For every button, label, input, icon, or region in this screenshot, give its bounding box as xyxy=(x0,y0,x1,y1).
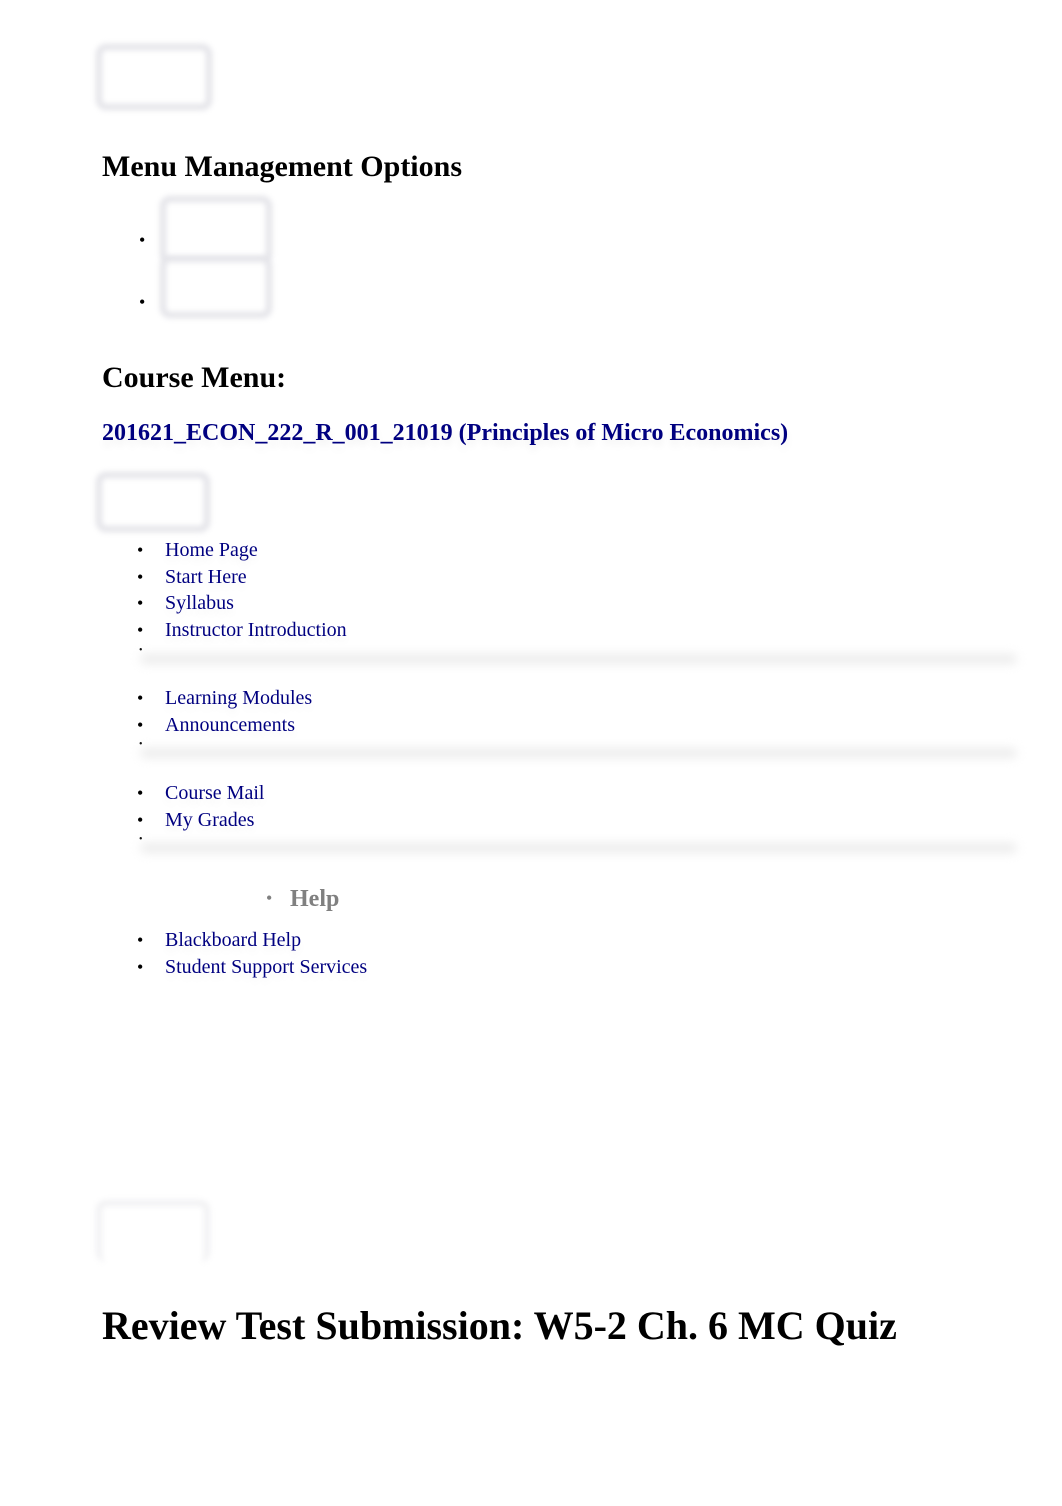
divider-bar xyxy=(140,843,1017,853)
menu-item-instructor-introduction: Instructor Introduction xyxy=(0,617,347,644)
menu-management-button-2[interactable] xyxy=(160,256,272,318)
course-menu-group-3: Course Mail My Grades xyxy=(0,780,264,833)
menu-link[interactable]: Student Support Services xyxy=(165,956,367,978)
menu-item-course-mail: Course Mail xyxy=(0,780,264,807)
menu-link[interactable]: Instructor Introduction xyxy=(165,619,347,641)
course-menu-group-1: Home Page Start Here Syllabus Instructor… xyxy=(0,537,347,643)
menu-item-my-grades: My Grades xyxy=(0,807,264,834)
menu-link[interactable]: Course Mail xyxy=(165,782,264,804)
divider-bar xyxy=(140,654,1017,664)
content-image-placeholder xyxy=(96,1200,210,1262)
menu-divider: • xyxy=(0,835,1062,855)
bullet: • xyxy=(266,888,273,908)
course-menu-group-2: Learning Modules Announcements xyxy=(0,685,312,738)
menu-management-button-1[interactable] xyxy=(160,196,272,264)
help-section-heading: • Help xyxy=(266,886,340,913)
menu-link[interactable]: Start Here xyxy=(165,566,247,588)
menu-divider: • xyxy=(0,740,1062,760)
menu-item-announcements: Announcements xyxy=(0,712,312,739)
menu-divider: • xyxy=(0,646,1062,666)
header-logo-placeholder xyxy=(96,44,212,110)
menu-link[interactable]: Blackboard Help xyxy=(165,929,301,951)
menu-link[interactable]: My Grades xyxy=(165,809,254,831)
bullet: • xyxy=(139,292,146,312)
divider-bar xyxy=(140,748,1017,758)
course-title-link[interactable]: 201621_ECON_222_R_001_21019 (Principles … xyxy=(102,420,788,447)
menu-item-student-support-services: Student Support Services xyxy=(0,954,367,981)
menu-link[interactable]: Syllabus xyxy=(165,592,234,614)
menu-item-blackboard-help: Blackboard Help xyxy=(0,927,367,954)
menu-item-learning-modules: Learning Modules xyxy=(0,685,312,712)
menu-item-start-here: Start Here xyxy=(0,564,347,591)
help-menu: Blackboard Help Student Support Services xyxy=(0,927,367,980)
menu-item-home-page: Home Page xyxy=(0,537,347,564)
menu-link[interactable]: Learning Modules xyxy=(165,687,312,709)
course-menu-heading: Course Menu: xyxy=(102,361,287,394)
menu-link[interactable]: Announcements xyxy=(165,714,295,736)
course-menu-toggle-placeholder[interactable] xyxy=(96,472,210,532)
menu-item-syllabus: Syllabus xyxy=(0,590,347,617)
help-heading-text: Help xyxy=(290,886,340,912)
bullet: • xyxy=(139,230,146,250)
menu-link[interactable]: Home Page xyxy=(165,539,258,561)
menu-management-heading: Menu Management Options xyxy=(102,150,462,183)
page-title: Review Test Submission: W5-2 Ch. 6 MC Qu… xyxy=(102,1303,897,1348)
